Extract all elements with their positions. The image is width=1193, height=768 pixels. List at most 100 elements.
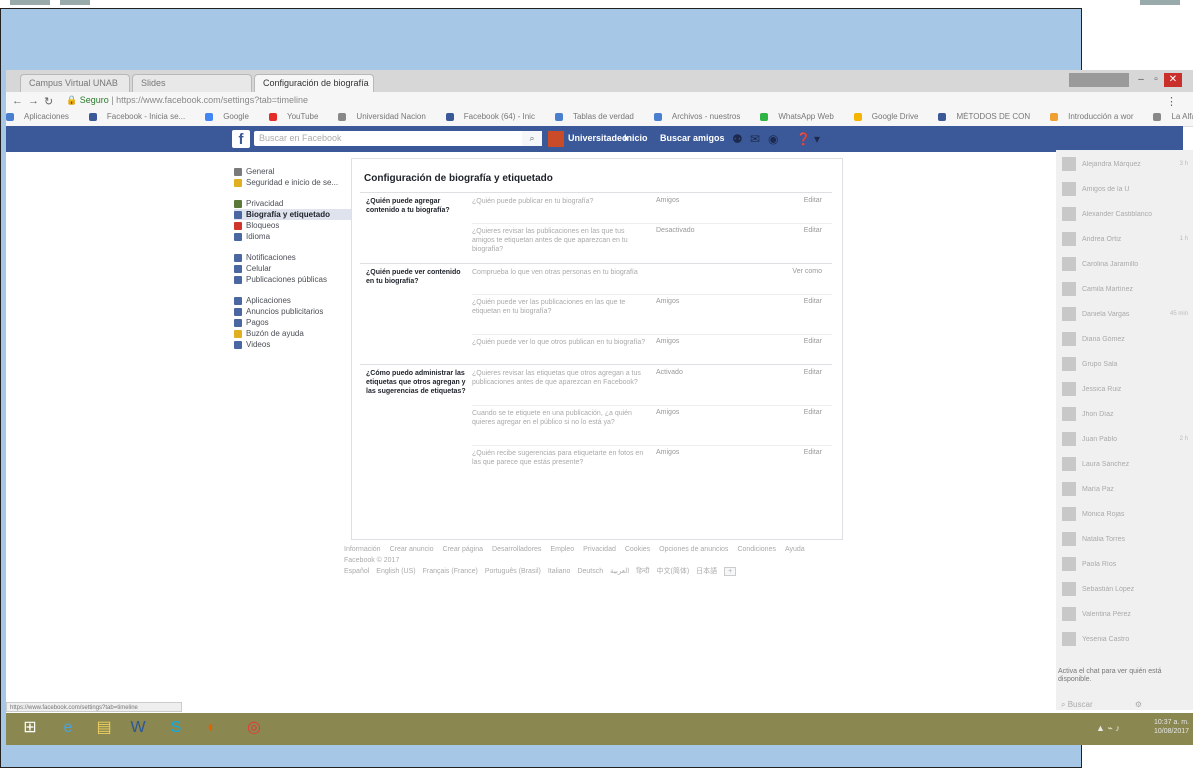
menu-icon[interactable]: ⋮ <box>1166 95 1177 108</box>
bookmark-item[interactable]: Google Drive <box>853 112 929 121</box>
chat-search-label[interactable]: Buscar <box>1068 700 1093 709</box>
footer-link[interactable]: Crear página <box>443 546 483 553</box>
footer-link[interactable]: Información <box>344 546 381 553</box>
profile-link[interactable]: Universitadeo <box>568 133 628 143</box>
chat-contact[interactable]: Jhon Díaz <box>1062 406 1188 422</box>
edit-link[interactable]: Editar <box>804 369 822 376</box>
language-link[interactable]: Français (France) <box>423 568 478 575</box>
chat-contact[interactable]: Laura Sánchez <box>1062 456 1188 472</box>
sidebar-item[interactable]: Videos <box>234 339 354 350</box>
edit-link[interactable]: Editar <box>804 449 822 456</box>
chat-contact[interactable]: Amigos de la U <box>1062 181 1188 197</box>
bookmark-item[interactable]: Aplicaciones <box>6 112 79 121</box>
bookmark-item[interactable]: YouTube <box>268 112 328 121</box>
sidebar-item[interactable]: Buzón de ayuda <box>234 328 354 339</box>
reload-icon[interactable]: ↻ <box>44 95 53 108</box>
footer-link[interactable]: Condiciones <box>737 546 776 553</box>
chat-contact[interactable]: Grupo Sala <box>1062 356 1188 372</box>
url-field[interactable]: 🔒 Seguro | https://www.facebook.com/sett… <box>66 95 308 106</box>
sidebar-item[interactable]: Celular <box>234 263 354 274</box>
edit-link[interactable]: Editar <box>804 227 822 234</box>
bookmark-item[interactable]: Google <box>205 112 259 121</box>
bookmark-item[interactable]: MÉTODOS DE CON <box>938 112 1040 121</box>
chat-contact[interactable]: Daniela Vargas 45 min <box>1062 306 1188 322</box>
edit-link[interactable]: Editar <box>804 298 822 305</box>
skype-icon[interactable]: S <box>166 718 186 738</box>
language-link[interactable]: हिन्दी <box>636 568 649 575</box>
browser-tab-active[interactable]: Configuración de biografía <box>254 74 374 92</box>
chat-contact[interactable]: Mónica Rojas <box>1062 506 1188 522</box>
chat-contact[interactable]: Carolina Jaramillo <box>1062 256 1188 272</box>
bookmark-item[interactable]: La Alfabetización F <box>1153 112 1193 121</box>
help-icon[interactable]: ❓ <box>796 132 811 146</box>
chat-contact[interactable]: Natalia Torres <box>1062 531 1188 547</box>
chat-search-icon[interactable]: ⌕ <box>1061 700 1065 709</box>
bookmark-item[interactable]: Universidad Nacion <box>338 112 435 121</box>
edit-link[interactable]: Editar <box>804 409 822 416</box>
footer-link[interactable]: Privacidad <box>583 546 616 553</box>
chat-contact[interactable]: Andrea Ortiz 1 h <box>1062 231 1188 247</box>
chrome-icon[interactable]: ◎ <box>244 718 264 738</box>
system-tray[interactable]: ▲ ⌁ ♪ <box>1096 723 1120 734</box>
internet-explorer-icon[interactable]: e <box>58 718 78 738</box>
close-icon[interactable]: ✕ <box>1164 73 1182 87</box>
bookmark-item[interactable]: Introducción a wor <box>1050 112 1143 121</box>
maximize-icon[interactable]: ▫ <box>1149 73 1163 87</box>
more-languages-button[interactable]: + <box>724 567 737 576</box>
footer-link[interactable]: Ayuda <box>785 546 805 553</box>
notifications-icon[interactable]: ◉ <box>768 132 778 146</box>
clock[interactable]: 10:37 a. m. 10/08/2017 <box>1154 718 1189 736</box>
sidebar-item[interactable]: Anuncios publicitarios <box>234 306 354 317</box>
footer-link[interactable]: Crear anuncio <box>390 546 434 553</box>
bookmark-item[interactable]: Tablas de verdad <box>554 112 644 121</box>
edit-link[interactable]: Editar <box>804 338 822 345</box>
browser-tab[interactable]: Slides <box>132 74 252 92</box>
facebook-search-input[interactable]: Buscar en Facebook <box>254 131 522 146</box>
chat-contact[interactable]: Valentina Pérez <box>1062 606 1188 622</box>
forward-icon[interactable]: → <box>28 95 39 107</box>
chat-settings-icon[interactable]: ⚙ <box>1135 700 1142 709</box>
dropdown-icon[interactable]: ▾ <box>814 132 820 146</box>
sidebar-item[interactable]: Bloqueos <box>234 220 354 231</box>
profile-chip[interactable] <box>1069 73 1129 87</box>
language-link[interactable]: Español <box>344 568 369 575</box>
sidebar-item[interactable]: Notificaciones <box>234 252 354 263</box>
language-link[interactable]: Deutsch <box>577 568 603 575</box>
friend-requests-icon[interactable]: ⚉ <box>732 132 743 146</box>
home-link[interactable]: Inicio <box>624 133 648 143</box>
chat-contact[interactable]: María Paz <box>1062 481 1188 497</box>
edit-link[interactable]: Editar <box>804 197 822 204</box>
language-link[interactable]: 中文(简体) <box>657 568 690 575</box>
chat-contact[interactable]: Jessica Ruiz <box>1062 381 1188 397</box>
messages-icon[interactable]: ✉ <box>750 132 760 146</box>
sidebar-item[interactable]: General <box>234 166 354 177</box>
search-icon[interactable]: ⌕ <box>522 131 542 146</box>
sidebar-item[interactable]: Idioma <box>234 231 354 242</box>
chat-contact[interactable]: Diana Gómez <box>1062 331 1188 347</box>
language-link[interactable]: English (US) <box>376 568 415 575</box>
sidebar-item[interactable]: Aplicaciones <box>234 295 354 306</box>
language-link[interactable]: 日本語 <box>696 568 717 575</box>
firefox-icon[interactable]: ◐ <box>202 718 222 738</box>
language-link[interactable]: العربية <box>610 568 629 575</box>
chat-contact[interactable]: Yesenia Castro <box>1062 631 1188 647</box>
footer-link[interactable]: Desarrolladores <box>492 546 541 553</box>
sidebar-item[interactable]: Privacidad <box>234 198 354 209</box>
language-link[interactable]: Italiano <box>548 568 571 575</box>
bookmark-item[interactable]: WhatsApp Web <box>760 112 843 121</box>
avatar[interactable] <box>548 131 564 147</box>
back-icon[interactable]: ← <box>12 95 23 107</box>
chat-contact[interactable]: Juan Pablo 2 h <box>1062 431 1188 447</box>
chat-contact[interactable]: Sebastián López <box>1062 581 1188 597</box>
bookmark-item[interactable]: Facebook (64) - Inic <box>445 112 545 121</box>
minimize-icon[interactable]: – <box>1134 73 1148 87</box>
chat-contact[interactable]: Camila Martínez <box>1062 281 1188 297</box>
language-link[interactable]: Português (Brasil) <box>485 568 541 575</box>
sidebar-item[interactable]: Pagos <box>234 317 354 328</box>
edit-link[interactable]: Ver como <box>792 268 822 275</box>
facebook-logo-icon[interactable]: f <box>232 130 250 148</box>
file-explorer-icon[interactable]: ▤ <box>94 718 114 738</box>
bookmark-item[interactable]: Archivos - nuestros <box>653 112 750 121</box>
footer-link[interactable]: Empleo <box>550 546 574 553</box>
bookmark-item[interactable]: Facebook - Inicia se... <box>88 112 195 121</box>
